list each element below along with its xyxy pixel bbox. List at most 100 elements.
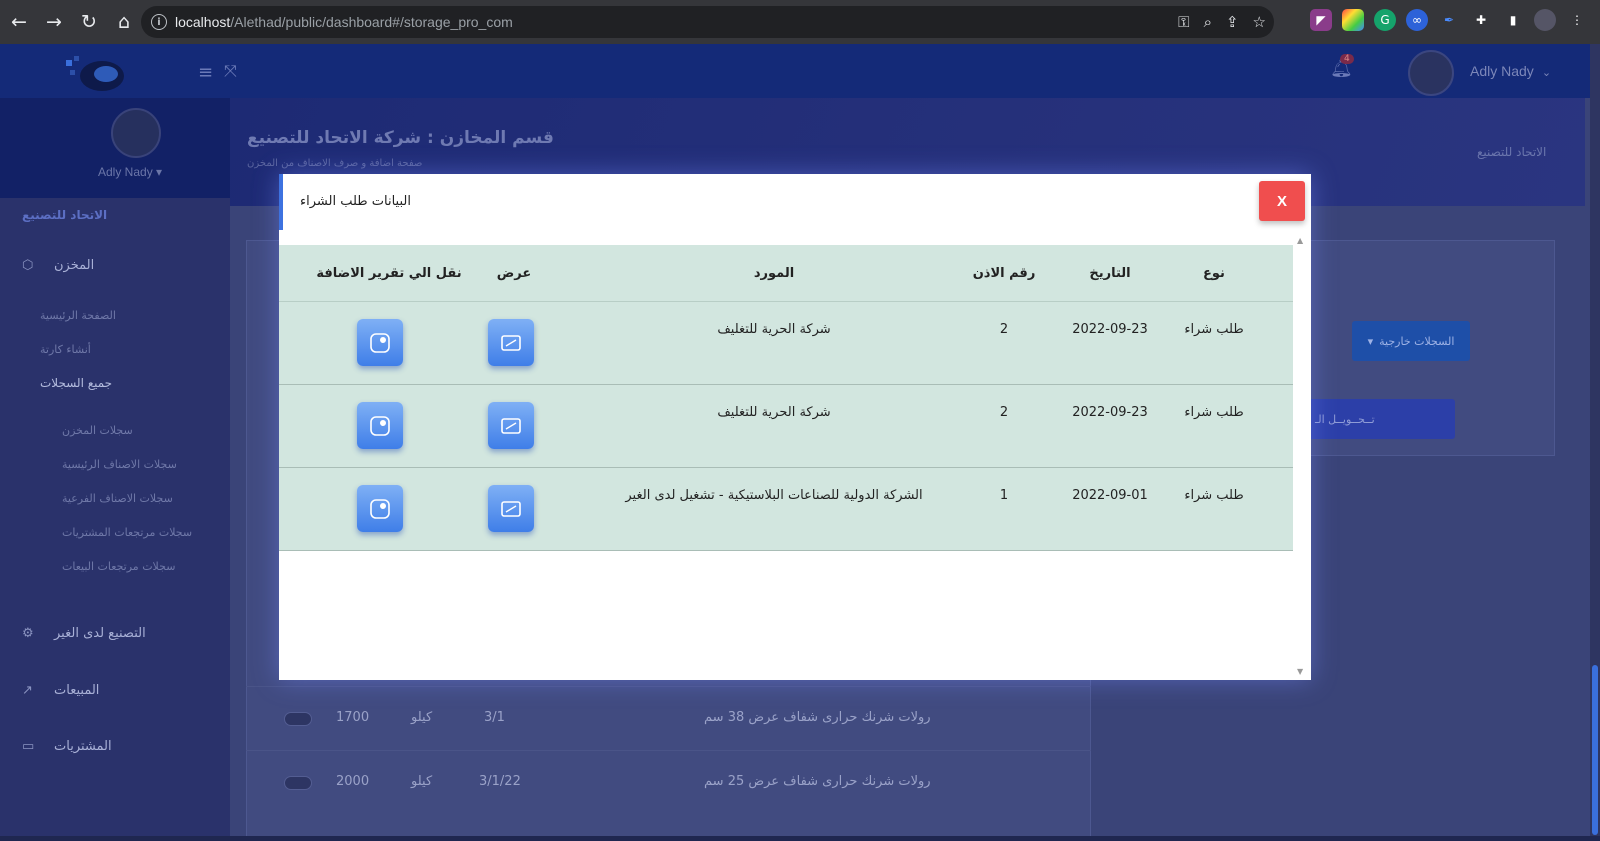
sidebar-sublink-sub-items[interactable]: سجلات الاصناف الفرعية [62,492,173,505]
profile-avatar-icon[interactable] [1534,9,1556,31]
transfer-to-report-button[interactable] [357,402,403,449]
row-date: 3/1 [484,710,505,725]
cell-permit-no: 2 [999,322,1009,337]
sidebar-link-create-card[interactable]: أنشاء كارتة [40,343,91,356]
sidebar-section-purchases[interactable]: ▭ المشتريات [22,739,112,754]
page-subtitle: صفحة اضافة و صرف الاصناف من المخزن [247,158,423,169]
extension-feather-icon[interactable]: ✒ [1438,9,1460,31]
cell-date: 2022-09-23 [1072,322,1148,337]
sidebar-sublink-main-items[interactable]: سجلات الاصناف الرئيسية [62,458,177,471]
row-toggle[interactable] [284,776,312,790]
browser-menu-icon[interactable]: ⋮ [1566,9,1588,31]
external-records-dropdown[interactable]: ▾ السجلات خارجية [1352,321,1470,361]
extension-figma-icon[interactable]: ◤ [1310,9,1332,31]
forward-icon[interactable]: → [38,6,70,38]
row-date: 3/1/22 [479,774,521,789]
chart-icon: ↗ [22,683,33,698]
extensions-puzzle-icon[interactable]: ✚ [1470,9,1492,31]
home-icon[interactable]: ⌂ [108,6,140,38]
table-row: شركة الحرية للتغليف 2 2022-09-23 طلب شرا… [279,302,1293,385]
transfer-icon [370,498,390,519]
back-icon[interactable]: ← [3,6,35,38]
cell-type: طلب شراء [1184,405,1244,420]
scroll-down-icon[interactable]: ▼ [1297,667,1303,676]
cell-supplier: شركة الحرية للتغليف [717,405,831,420]
column-header-permit-no: رقم الاذن [972,266,1036,281]
sidebar-link-home[interactable]: الصفحة الرئيسية [40,309,116,322]
cell-type: طلب شراء [1184,488,1244,503]
modal-title: البيانات طلب الشراء [300,194,411,209]
header-avatar[interactable] [1408,50,1454,96]
transfer-icon [370,332,390,353]
modal-close-button[interactable]: X [1259,181,1305,221]
transfer-button[interactable]: تــحــويــل الـ [1305,399,1455,439]
sidebar-section-sales[interactable]: ↗ المبيعات [22,683,99,698]
extension-color-icon[interactable] [1342,9,1364,31]
transfer-icon [370,415,390,436]
modal-header: البيانات طلب الشراء X [279,174,1311,230]
notification-bell-icon[interactable]: 🔔︎ 4 [1330,54,1354,79]
extension-grammarly-icon[interactable]: G [1374,9,1396,31]
card-icon: ▭ [22,739,35,754]
column-header-date: التاريخ [1089,266,1131,281]
row-toggle[interactable] [284,712,312,726]
transfer-to-report-button[interactable] [357,319,403,366]
url-text: localhost/Alethad/public/dashboard#/stor… [175,14,513,30]
row-qty: 2000 [336,774,370,789]
table-row: 2000 كيلو 3/1/22 رولات شرنك حرارى شفاف ع… [246,750,1091,814]
modal-table: نقل الي تقرير الاضافة عرض المورد رقم الا… [279,245,1293,680]
table-row: الشركة الدولية للصناعات البلاستيكية - تش… [279,468,1293,551]
transfer-to-report-button[interactable] [357,485,403,532]
horizontal-scrollbar[interactable] [0,836,1600,841]
scroll-up-icon[interactable]: ▲ [1297,236,1303,245]
sidebar-link-all-records[interactable]: جميع السجلات [40,376,112,390]
address-bar[interactable]: i localhost/Alethad/public/dashboard#/st… [141,6,1274,38]
key-icon[interactable]: ⚿ [1178,13,1189,31]
cell-supplier: شركة الحرية للتغليف [717,322,831,337]
sidebar-sublink-sales-returns[interactable]: سجلات مرتجعات البيعات [62,560,175,573]
column-header-view: عرض [496,266,532,281]
app-logo [66,56,124,91]
extensions-bar: ◤ G ∞ ✒ ✚ ▮ ⋮ [1310,9,1588,31]
row-unit: كيلو [411,710,433,725]
view-icon [501,417,521,434]
side-panel-icon[interactable]: ▮ [1502,9,1524,31]
table-row: شركة الحرية للتغليف 2 2022-09-23 طلب شرا… [279,385,1293,468]
row-qty: 1700 [336,710,370,725]
view-button[interactable] [488,485,534,532]
gear-icon: ⚙ [22,626,34,641]
view-button[interactable] [488,319,534,366]
fullscreen-icon[interactable]: ⤧ [224,61,237,81]
box-icon: ⬡ [22,258,34,273]
sidebar-section-storage[interactable]: ⬡ المخزن [22,258,94,273]
table-header: نقل الي تقرير الاضافة عرض المورد رقم الا… [279,245,1293,302]
sidebar-avatar [111,108,161,158]
header-user-menu[interactable]: Adly Nady ⌄ [1470,63,1551,79]
modal-scrollbar[interactable]: ▲ ▼ [1293,232,1311,680]
view-button[interactable] [488,402,534,449]
sidebar-sublink-storage-records[interactable]: سجلات المخزن [62,424,133,437]
row-item-name: رولات شرنك حرارى شفاف عرض 38 سم [704,710,931,725]
cell-type: طلب شراء [1184,322,1244,337]
reload-icon[interactable]: ↻ [73,6,105,38]
notification-badge: 4 [1340,54,1354,64]
zoom-icon[interactable]: ⌕ [1204,13,1212,31]
sidebar-user-name[interactable]: Adly Nady ▾ [98,165,162,179]
sidebar-profile: Adly Nady ▾ [0,98,230,198]
extension-loop-icon[interactable]: ∞ [1406,9,1428,31]
cell-supplier: الشركة الدولية للصناعات البلاستيكية - تش… [625,488,923,503]
menu-toggle-icon[interactable]: ≡ [198,62,213,83]
sidebar: Adly Nady ▾ الاتحاد للتصنيع ⬡ المخزن الصف… [0,98,230,841]
breadcrumb[interactable]: الاتحاد للتصنيع [1477,145,1546,159]
table-row: 1700 كيلو 3/1 رولات شرنك حرارى شفاف عرض … [246,686,1091,750]
page-title: قسم المخازن : شركة الاتحاد للتصنيع [247,128,554,148]
bookmark-star-icon[interactable]: ☆ [1253,13,1266,31]
row-unit: كيلو [411,774,433,789]
site-info-icon[interactable]: i [151,14,167,30]
page-scrollbar-thumb[interactable] [1592,665,1598,835]
sidebar-section-outsourcing[interactable]: ⚙ التصنيع لدى الغير [22,626,146,641]
share-icon[interactable]: ⇪ [1226,13,1239,31]
row-item-name: رولات شرنك حرارى شفاف عرض 25 سم [704,774,931,789]
sidebar-sublink-purchase-returns[interactable]: سجلات مرتجعات المشتريات [62,526,192,539]
sidebar-brand: الاتحاد للتصنيع [22,208,108,222]
